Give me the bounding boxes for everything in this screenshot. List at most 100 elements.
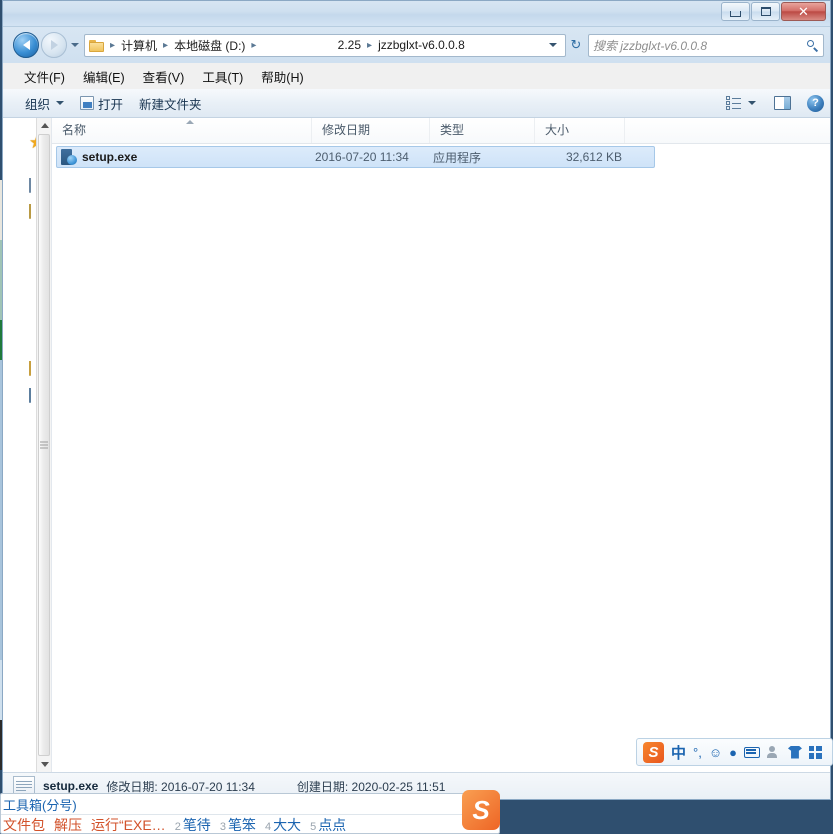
open-label: 打开 bbox=[98, 94, 123, 113]
explorer-window: ✕ ▸ 计算机 ▸ 本地磁盘 (D:) ▸ 2.25 ▸ jzzbglxt-v6… bbox=[2, 0, 831, 800]
toolbox-grid-icon[interactable] bbox=[809, 746, 822, 759]
menu-edit[interactable]: 编辑(E) bbox=[74, 64, 134, 89]
executable-icon bbox=[61, 149, 77, 165]
breadcrumb-item-computer[interactable]: 计算机 bbox=[118, 35, 160, 56]
candidate-item-5[interactable]: 4 大大 bbox=[265, 815, 301, 834]
menu-file[interactable]: 文件(F) bbox=[15, 64, 74, 89]
candidate-item-2[interactable]: 运行“EXE… bbox=[91, 815, 166, 834]
refresh-icon: ↻ bbox=[571, 37, 582, 53]
minimize-icon bbox=[730, 11, 741, 17]
file-name-label: setup.exe bbox=[82, 150, 137, 164]
back-button[interactable] bbox=[13, 32, 39, 58]
column-header-size[interactable]: 大小 bbox=[535, 118, 625, 143]
scrollbar-thumb[interactable] bbox=[38, 134, 50, 756]
address-dropdown-icon[interactable] bbox=[549, 43, 557, 47]
recent-pages-icon[interactable] bbox=[71, 43, 79, 47]
menu-bar: 文件(F) 编辑(E) 查看(V) 工具(T) 帮助(H) bbox=[3, 63, 830, 89]
window-controls: ✕ bbox=[721, 2, 826, 21]
ime-punctuation-button[interactable]: °, bbox=[693, 746, 702, 759]
status-file-name: setup.exe bbox=[43, 779, 98, 793]
ime-candidate-window[interactable]: 工具箱(分号) 文件包 解压 运行“EXE… 2 笔待 3 笔笨 4 大大 5 … bbox=[0, 793, 500, 834]
candidate-item-6[interactable]: 5 点点 bbox=[310, 815, 346, 834]
ime-language-mode-button[interactable]: 中 bbox=[671, 742, 686, 763]
navigation-scrollbar[interactable] bbox=[36, 118, 51, 772]
breadcrumb-separator-1[interactable]: ▸ bbox=[160, 40, 171, 51]
candidate-word-4: 笔笨 bbox=[228, 815, 256, 834]
refresh-button[interactable]: ↻ bbox=[566, 37, 586, 53]
candidate-word-5: 大大 bbox=[273, 815, 301, 834]
ime-mode-label: 中 bbox=[671, 745, 686, 762]
close-icon: ✕ bbox=[798, 4, 809, 20]
address-bar[interactable]: ▸ 计算机 ▸ 本地磁盘 (D:) ▸ 2.25 ▸ jzzbglxt-v6.0… bbox=[84, 34, 566, 57]
sogou-logo-icon[interactable]: S bbox=[643, 742, 664, 763]
search-icon bbox=[806, 39, 819, 52]
minimize-button[interactable] bbox=[721, 2, 750, 21]
candidate-word-0: 文件包 bbox=[3, 815, 45, 834]
ime-status-bar[interactable]: S 中 °, ☺ ● bbox=[636, 738, 833, 766]
candidate-item-3[interactable]: 2 笔待 bbox=[175, 815, 211, 834]
column-header-type[interactable]: 类型 bbox=[430, 118, 535, 143]
maximize-icon bbox=[761, 7, 771, 16]
open-icon bbox=[80, 96, 94, 110]
menu-view[interactable]: 查看(V) bbox=[134, 64, 194, 89]
breadcrumb-separator-2[interactable]: ▸ bbox=[248, 40, 259, 51]
back-arrow-icon bbox=[23, 40, 30, 50]
title-bar: ✕ bbox=[3, 1, 830, 27]
scroll-up-icon bbox=[41, 123, 49, 128]
change-view-button[interactable] bbox=[718, 93, 764, 113]
breadcrumb-separator-3[interactable]: ▸ bbox=[364, 40, 375, 51]
ime-emoji-button[interactable]: ☺ bbox=[709, 746, 722, 759]
table-row[interactable]: setup.exe 2016-07-20 11:34 应用程序 32,612 K… bbox=[56, 146, 655, 168]
column-header-date[interactable]: 修改日期 bbox=[312, 118, 430, 143]
view-chevron-down-icon bbox=[748, 101, 756, 105]
column-header-name[interactable]: 名称 bbox=[52, 118, 312, 143]
breadcrumb-item-225[interactable]: 2.25 bbox=[335, 36, 364, 54]
search-input[interactable]: 搜索 jzzbglxt-v6.0.0.8 bbox=[593, 37, 806, 54]
soft-keyboard-icon[interactable] bbox=[744, 747, 760, 758]
maximize-button[interactable] bbox=[751, 2, 780, 21]
candidate-number-5: 4 bbox=[265, 821, 271, 833]
candidate-item-0[interactable]: 文件包 bbox=[3, 815, 45, 834]
sort-ascending-icon bbox=[186, 120, 194, 124]
candidate-word-6: 点点 bbox=[318, 815, 346, 834]
menu-tools[interactable]: 工具(T) bbox=[193, 64, 252, 89]
file-list[interactable]: 名称 修改日期 类型 大小 setup.exe 2016-07-20 11:34… bbox=[52, 118, 830, 772]
close-button[interactable]: ✕ bbox=[781, 2, 826, 21]
organize-button[interactable]: 组织 bbox=[17, 91, 72, 116]
navigation-pane[interactable]: ★ bbox=[3, 118, 52, 772]
skin-shirt-icon[interactable] bbox=[788, 746, 802, 759]
file-name-cell: setup.exe bbox=[57, 149, 315, 165]
file-size-cell: 32,612 KB bbox=[538, 150, 624, 164]
scroll-down-icon bbox=[41, 762, 49, 767]
ime-candidate-row: 文件包 解压 运行“EXE… 2 笔待 3 笔笨 4 大大 5 点点 ‹ › bbox=[1, 815, 499, 834]
smiley-icon: ☺ bbox=[709, 745, 722, 760]
candidate-item-4[interactable]: 3 笔笨 bbox=[220, 815, 256, 834]
forward-button[interactable] bbox=[41, 32, 67, 58]
help-icon: ? bbox=[812, 97, 819, 109]
open-button[interactable]: 打开 bbox=[72, 91, 131, 116]
preview-pane-icon bbox=[774, 96, 791, 110]
breadcrumb-item-jzzbglxt[interactable]: jzzbglxt-v6.0.0.8 bbox=[375, 36, 468, 54]
new-folder-button[interactable]: 新建文件夹 bbox=[131, 91, 210, 116]
content-area: ★ bbox=[3, 118, 830, 772]
view-options-icon bbox=[726, 96, 742, 110]
scroll-up-button[interactable] bbox=[37, 118, 52, 133]
user-account-icon[interactable] bbox=[767, 746, 781, 759]
help-button[interactable]: ? bbox=[807, 95, 824, 112]
scroll-down-button[interactable] bbox=[37, 757, 52, 772]
chevron-down-icon bbox=[56, 101, 64, 105]
preview-pane-button[interactable] bbox=[766, 93, 799, 113]
breadcrumb-item-local-disk[interactable]: 本地磁盘 (D:) bbox=[171, 35, 248, 56]
candidate-word-1: 解压 bbox=[54, 815, 82, 834]
microphone-icon: ● bbox=[729, 745, 737, 760]
candidate-number-4: 3 bbox=[220, 821, 226, 833]
menu-help[interactable]: 帮助(H) bbox=[252, 64, 312, 89]
breadcrumb-separator-0[interactable]: ▸ bbox=[107, 40, 118, 51]
search-box[interactable]: 搜索 jzzbglxt-v6.0.0.8 bbox=[588, 34, 824, 57]
status-modified-date: 修改日期: 2016-07-20 11:34 bbox=[106, 778, 255, 795]
sogou-watermark-label: S bbox=[472, 795, 489, 826]
sogou-watermark-logo-icon: S bbox=[462, 790, 500, 830]
candidate-item-1[interactable]: 解压 bbox=[54, 815, 82, 834]
candidate-number-6: 5 bbox=[310, 821, 316, 833]
ime-voice-button[interactable]: ● bbox=[729, 746, 737, 759]
